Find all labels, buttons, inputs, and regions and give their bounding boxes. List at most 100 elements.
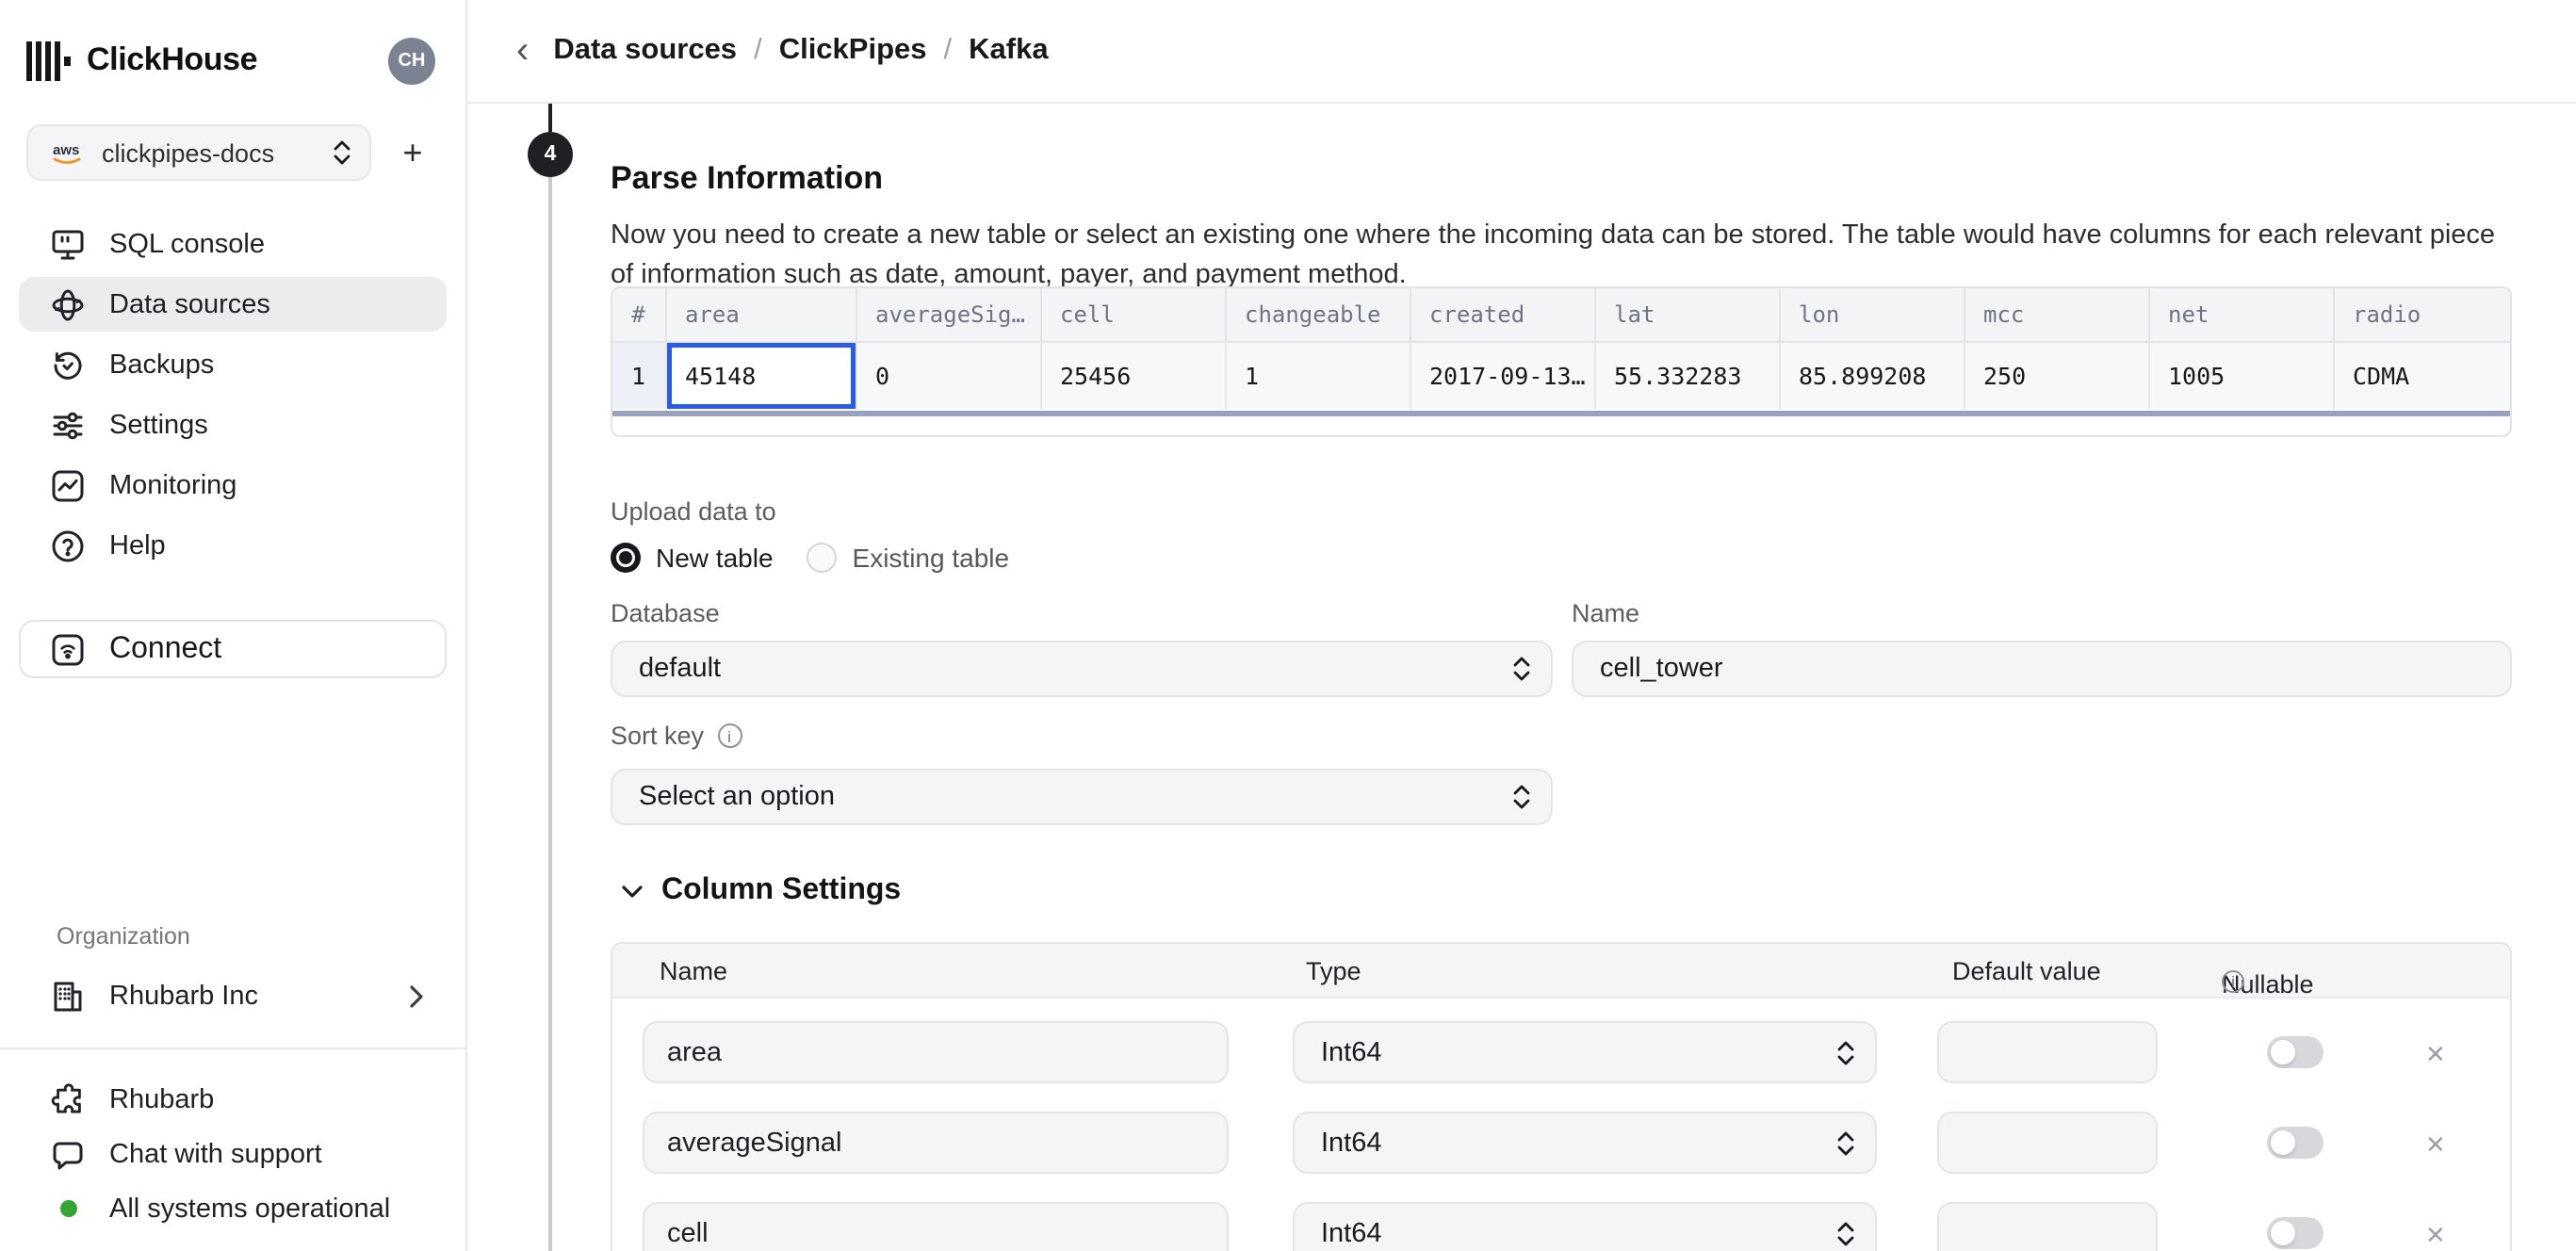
column-type-select[interactable]: Int64 — [1293, 1202, 1877, 1251]
connect-button[interactable]: Connect — [19, 620, 447, 678]
radio-new-table[interactable]: New table — [611, 543, 774, 573]
nullable-toggle-off[interactable] — [2267, 1127, 2323, 1159]
default-value-input[interactable] — [1937, 1112, 2158, 1174]
app-switcher-rhubarb[interactable]: Rhubarb — [19, 1072, 447, 1127]
organization-switcher[interactable]: Rhubarb Inc — [19, 968, 447, 1023]
sidebar-item-sql-console[interactable]: SQL console — [19, 217, 447, 271]
table-cell[interactable]: 1005 — [2148, 341, 2333, 409]
sidebar-nav: SQL console Data sources Backups — [19, 217, 447, 578]
sidebar-item-label: Data sources — [109, 289, 270, 319]
column-settings-title: Column Settings — [661, 874, 901, 908]
help-circle-icon — [51, 528, 85, 562]
data-preview-table: # area averageSig… cell changeable creat… — [611, 286, 2512, 437]
horizontal-scrollbar[interactable] — [612, 411, 2510, 415]
avatar[interactable]: CH — [388, 37, 435, 84]
chevron-up-down-icon — [1837, 1220, 1854, 1246]
service-selector-row: aws clickpipes-docs — [26, 124, 435, 181]
organization-section-label: Organization — [57, 923, 465, 950]
column-type-select[interactable]: Int64 — [1293, 1112, 1877, 1174]
column-type-select[interactable]: Int64 — [1293, 1021, 1877, 1083]
sidebar-item-data-sources[interactable]: Data sources — [19, 277, 447, 332]
table-cell[interactable]: 2017-09-13… — [1410, 341, 1594, 409]
column-settings-panel: Name Type Default value Nullable Int64 — [611, 942, 2512, 1251]
chevron-up-down-icon — [1837, 1129, 1854, 1156]
radio-existing-table[interactable]: Existing table — [807, 543, 1010, 573]
stepper-line-pending — [548, 177, 553, 1251]
sidebar-item-monitoring[interactable]: Monitoring — [19, 458, 447, 512]
chat-with-support[interactable]: Chat with support — [19, 1127, 447, 1181]
column-header: created — [1410, 288, 1594, 341]
default-value-input[interactable] — [1937, 1202, 2158, 1251]
service-name: clickpipes-docs — [102, 138, 274, 167]
status-dot-icon — [60, 1200, 77, 1217]
sidebar-item-help[interactable]: Help — [19, 518, 447, 573]
table-cell[interactable]: 55.332283 — [1594, 341, 1779, 409]
header-default-value: Default value — [1952, 957, 2101, 985]
column-header: radio — [2333, 288, 2510, 341]
database-label: Database — [611, 599, 720, 627]
radio-label: New table — [656, 543, 774, 573]
sort-key-select[interactable]: Select an option — [611, 769, 1553, 825]
column-name-input[interactable] — [643, 1202, 1229, 1251]
step-number-badge: 4 — [528, 132, 573, 177]
app-name: Rhubarb — [109, 1084, 214, 1114]
connect-label: Connect — [109, 632, 221, 666]
column-name-input[interactable] — [643, 1112, 1229, 1174]
table-cell-selected[interactable]: 45148 — [665, 341, 856, 409]
monitoring-chart-icon — [51, 468, 85, 502]
column-settings-toggle[interactable]: Column Settings — [622, 874, 901, 908]
connect-radio-icon — [51, 632, 85, 666]
column-header: area — [665, 288, 856, 341]
support-label: Chat with support — [109, 1139, 322, 1169]
default-value-input[interactable] — [1937, 1021, 2158, 1083]
sidebar-item-backups[interactable]: Backups — [19, 337, 447, 392]
remove-column-button[interactable] — [2421, 1217, 2450, 1251]
data-sources-icon — [51, 287, 85, 321]
sidebar-footer: Rhubarb Chat with support All systems op… — [19, 1072, 447, 1236]
column-header: lon — [1779, 288, 1964, 341]
header-name: Name — [660, 957, 727, 985]
remove-column-button[interactable] — [2421, 1127, 2450, 1164]
column-header: changeable — [1225, 288, 1410, 341]
toggle-knob — [2271, 1040, 2295, 1064]
info-icon[interactable] — [2222, 970, 2244, 993]
sidebar-item-label: Settings — [109, 410, 208, 440]
column-header: cell — [1040, 288, 1225, 341]
radio-unselected-icon — [807, 543, 838, 573]
nullable-toggle-off[interactable] — [2267, 1036, 2323, 1068]
svg-text:aws: aws — [53, 141, 79, 157]
column-row-cell: Int64 — [612, 1202, 2510, 1251]
table-name-input[interactable] — [1572, 641, 2512, 697]
chevron-right-icon — [409, 984, 424, 1007]
nullable-toggle-off[interactable] — [2267, 1217, 2323, 1249]
column-header: lat — [1594, 288, 1779, 341]
column-name-input[interactable] — [643, 1021, 1229, 1083]
sidebar-item-label: SQL console — [109, 229, 265, 259]
database-select[interactable]: default — [611, 641, 1553, 697]
column-type-value: Int64 — [1321, 1037, 1382, 1067]
table-cell[interactable]: 85.899208 — [1779, 341, 1964, 409]
stepper-line-completed — [548, 104, 553, 132]
puzzle-icon — [51, 1082, 85, 1116]
service-selector[interactable]: aws clickpipes-docs — [26, 124, 371, 181]
sort-key-placeholder: Select an option — [639, 782, 835, 812]
table-cell[interactable]: 25456 — [1040, 341, 1225, 409]
toggle-knob — [2271, 1221, 2295, 1245]
back-chevron-button[interactable] — [516, 32, 529, 70]
table-cell[interactable]: CDMA — [2333, 341, 2510, 409]
remove-column-button[interactable] — [2421, 1036, 2450, 1074]
brand-title: ClickHouse — [87, 41, 257, 79]
add-service-button[interactable] — [390, 130, 435, 175]
upload-data-to-label: Upload data to — [611, 497, 776, 526]
table-cell[interactable]: 250 — [1964, 341, 2148, 409]
info-icon[interactable] — [717, 723, 742, 748]
building-icon — [51, 979, 85, 1013]
table-cell[interactable]: 0 — [856, 341, 1040, 409]
chevron-up-down-icon — [1513, 656, 1530, 682]
database-select-value: default — [639, 654, 721, 684]
backups-history-icon — [51, 348, 85, 382]
sidebar-item-settings[interactable]: Settings — [19, 398, 447, 452]
table-cell[interactable]: 1 — [1225, 341, 1410, 409]
settings-sliders-icon — [51, 408, 85, 442]
system-status[interactable]: All systems operational — [19, 1181, 447, 1236]
